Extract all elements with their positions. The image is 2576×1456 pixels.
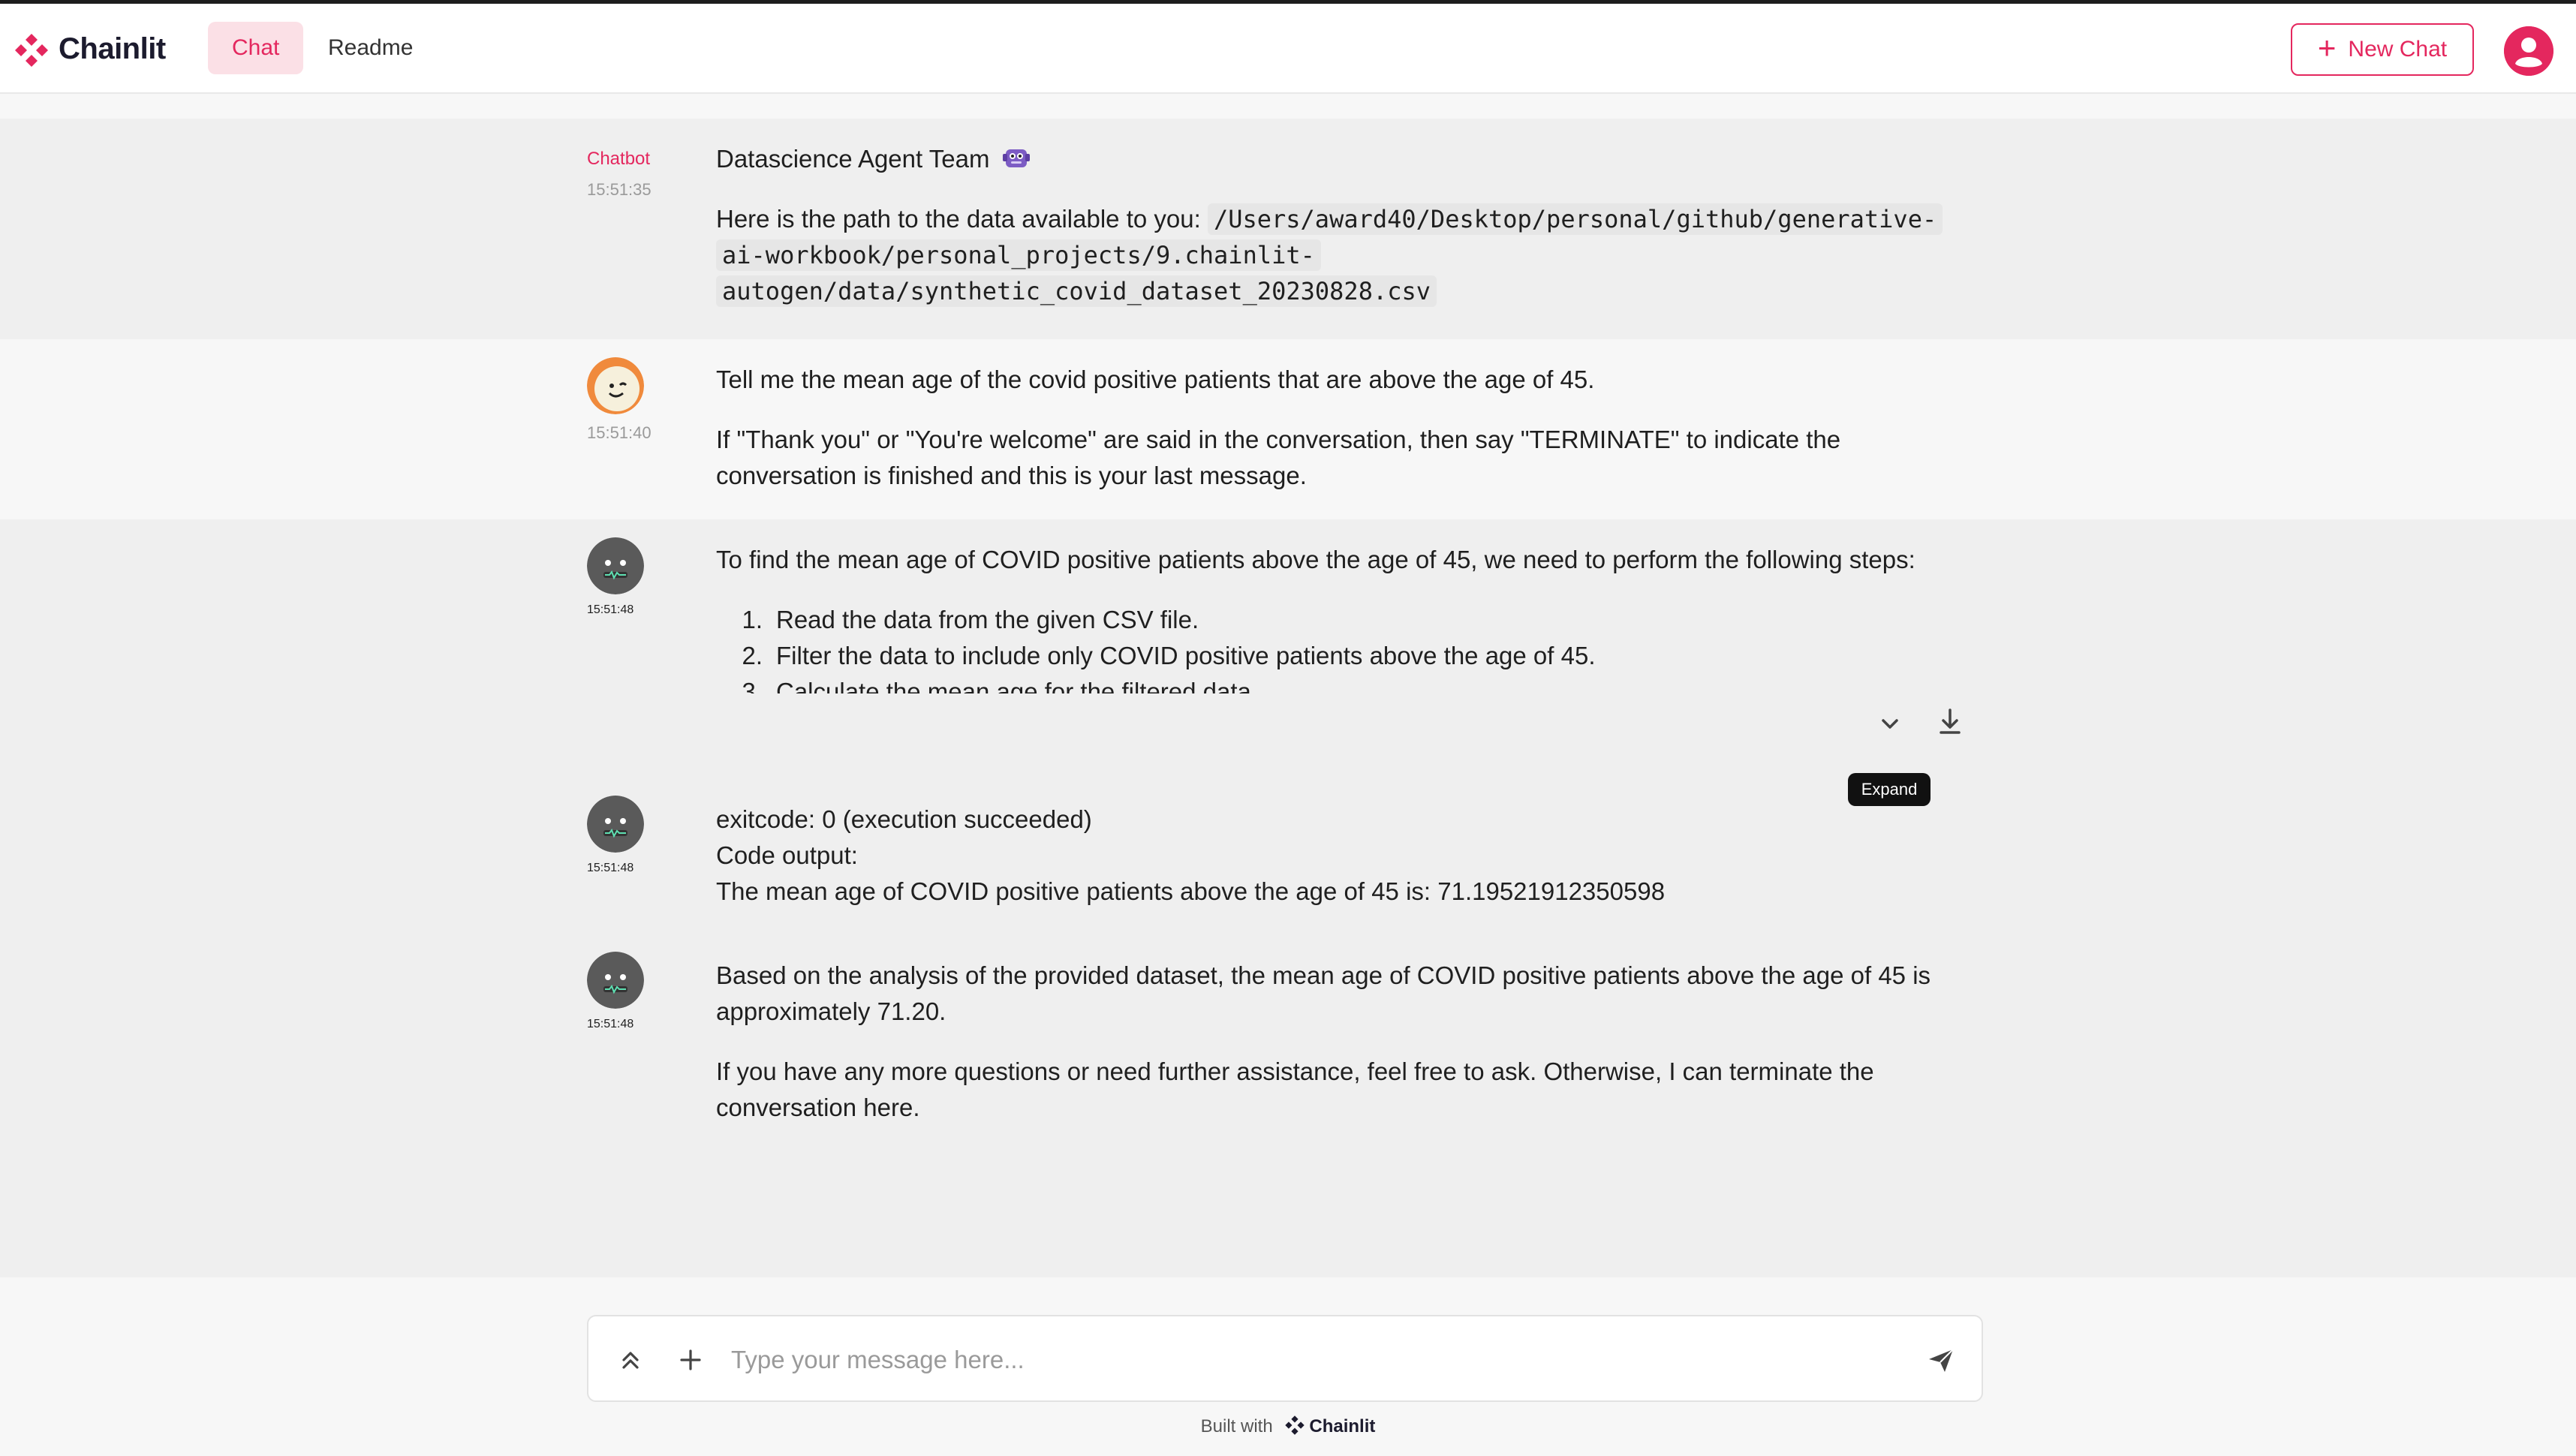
message-time: 15:51:48 xyxy=(587,862,634,874)
plan-step: 1. Read the data from the given CSV file… xyxy=(742,606,1199,633)
code-output-label: Code output: xyxy=(716,841,858,869)
built-with-label: Built with xyxy=(1200,1416,1273,1436)
app-name: Chainlit xyxy=(59,32,166,65)
path-intro: Here is the path to the data available t… xyxy=(716,205,1201,233)
robot-avatar-icon xyxy=(587,537,644,594)
data-path-line-2: ai-workbook/personal_projects/9.chainlit… xyxy=(716,239,1321,271)
robot-avatar-icon xyxy=(587,952,644,1009)
message-composer xyxy=(587,1315,1983,1402)
message-content: Datascience Agent Team Here is the path … xyxy=(716,141,1977,309)
answer-paragraph: Based on the analysis of the provided da… xyxy=(716,961,1931,1025)
final-answer-message: Based on the analysis of the provided da… xyxy=(716,958,1977,1126)
plan-intro: To find the mean age of COVID positive p… xyxy=(716,546,1915,573)
code-output-result: The mean age of COVID positive patients … xyxy=(716,877,1666,905)
robot-emoji-icon xyxy=(1002,149,1030,167)
data-path-line-3: autogen/data/synthetic_covid_dataset_202… xyxy=(716,275,1437,307)
footer: Built with Chainlit xyxy=(0,1414,2576,1437)
robot-avatar-icon xyxy=(587,796,644,853)
tab-readme[interactable]: Readme xyxy=(304,22,437,74)
app-header: Chainlit Chat Readme + New Chat xyxy=(0,4,2576,94)
new-chat-button[interactable]: + New Chat xyxy=(2291,23,2474,76)
message-content-collapsed: To find the mean age of COVID positive p… xyxy=(716,542,1977,693)
message-input[interactable] xyxy=(731,1337,1707,1382)
exit-code-line: exitcode: 0 (execution succeeded) xyxy=(716,805,1092,833)
closing-paragraph: If you have any more questions or need f… xyxy=(716,1057,1874,1121)
message-content: Tell me the mean age of the covid positi… xyxy=(716,362,1977,494)
message-chatbot: Chatbot 15:51:35 Datascience Agent Team … xyxy=(0,119,2576,339)
message-time: 15:51:48 xyxy=(587,1018,634,1030)
user-question: Tell me the mean age of the covid positi… xyxy=(716,366,1595,393)
user-avatar-icon xyxy=(587,357,644,414)
message-title: Datascience Agent Team xyxy=(716,145,990,173)
chevron-down-icon[interactable] xyxy=(1872,705,1908,742)
message-time: 15:51:48 xyxy=(587,603,634,616)
code-output-message: exitcode: 0 (execution succeeded) Code o… xyxy=(716,802,1977,910)
message-author: Chatbot xyxy=(587,149,651,169)
message-user: 15:51:40 Tell me the mean age of the cov… xyxy=(0,339,2576,519)
plan-step: 3. Calculate the mean age for the filter… xyxy=(742,678,1259,693)
new-chat-label: New Chat xyxy=(2348,37,2448,62)
plan-steps-list: 1. Read the data from the given CSV file… xyxy=(716,602,1977,693)
chevrons-up-icon[interactable] xyxy=(614,1343,647,1376)
data-path-line-1: /Users/award40/Desktop/personal/github/g… xyxy=(1207,203,1943,235)
message-time: 15:51:40 xyxy=(587,423,652,442)
tab-chat[interactable]: Chat xyxy=(208,22,304,74)
user-instruction: If "Thank you" or "You're welcome" are s… xyxy=(716,426,1841,489)
plus-icon: + xyxy=(2317,30,2337,65)
plan-step: 2. Filter the data to include only COVID… xyxy=(742,642,1596,669)
download-icon[interactable] xyxy=(1932,704,1968,740)
footer-brand[interactable]: Chainlit xyxy=(1309,1416,1375,1436)
send-icon[interactable] xyxy=(1924,1343,1958,1376)
user-account-icon[interactable] xyxy=(2504,26,2553,76)
add-attachment-icon[interactable] xyxy=(674,1343,707,1376)
chainlit-footer-logo-icon xyxy=(1285,1415,1305,1435)
message-time: 15:51:35 xyxy=(587,180,652,199)
chainlit-logo-icon xyxy=(15,34,48,67)
